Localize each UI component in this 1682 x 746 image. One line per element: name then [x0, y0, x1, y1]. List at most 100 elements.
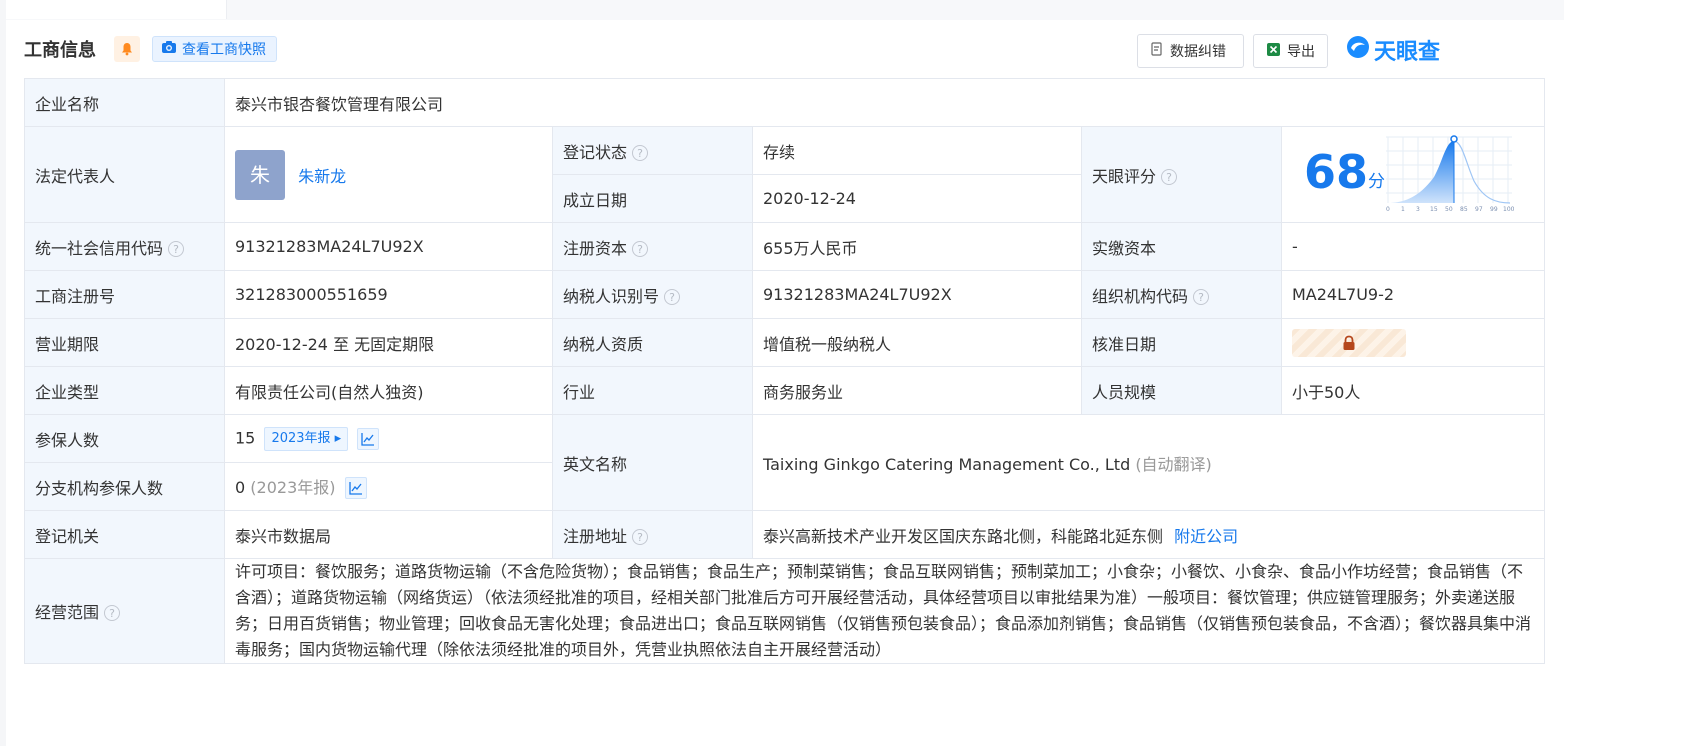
- value-approve-date: [1280, 318, 1546, 367]
- caret-right-icon: ▸: [330, 430, 342, 446]
- label-type: 企业类型: [24, 366, 225, 415]
- label-approve-date: 核准日期: [1081, 318, 1282, 367]
- avatar[interactable]: 朱: [235, 149, 285, 200]
- help-icon[interactable]: ?: [664, 288, 681, 305]
- label-authority: 登记机关: [24, 510, 225, 559]
- value-reg-status: 存续: [752, 126, 1082, 175]
- help-icon[interactable]: ?: [632, 144, 649, 161]
- table-row: 经营范围? 许可项目：餐饮服务；道路货物运输（不含危险货物）；食品销售；食品生产…: [24, 558, 1546, 664]
- label-biz-reg-no: 工商注册号: [24, 270, 225, 319]
- table-row: 法定代表人 朱 朱新龙 登记状态? 存续 天眼评分? 68 分 0 1 3 15…: [24, 126, 1546, 223]
- insured-count: 15: [235, 428, 256, 447]
- table-row: 统一社会信用代码? 91321283MA24L7U92X 注册资本? 655万人…: [24, 222, 1546, 271]
- score-number: 68: [1304, 145, 1369, 199]
- value-insured: 15 2023年报 ▸: [224, 414, 553, 463]
- lock-icon: [1343, 335, 1355, 350]
- trend-chart-icon[interactable]: [357, 427, 380, 450]
- score-tick-100: 100: [1503, 206, 1514, 213]
- label-scope: 经营范围?: [24, 558, 225, 664]
- value-address: 泰兴高新技术产业开发区国庆东路北侧，科能路北延东侧 附近公司: [751, 510, 1546, 559]
- value-scope: 许可项目：餐饮服务；道路货物运输（不含危险货物）；食品销售；食品生产；预制菜销售…: [223, 558, 1546, 664]
- help-icon[interactable]: ?: [1193, 288, 1210, 305]
- label-industry: 行业: [552, 366, 753, 415]
- label-reg-capital: 注册资本?: [552, 222, 753, 271]
- tianyancha-logo-icon: [1346, 35, 1370, 65]
- label-insured: 参保人数: [24, 414, 225, 463]
- score-tick-3: 3: [1416, 206, 1420, 213]
- label-reg-status: 登记状态?: [552, 126, 753, 175]
- data-error-label: 数据纠错: [1170, 44, 1226, 60]
- table-row: 营业期限 2020-12-24 至 无固定期限 纳税人资质 增值税一般纳税人 核…: [24, 318, 1546, 367]
- value-branch-insured: 0 (2023年报): [224, 462, 553, 511]
- score-axis-ticks: 0 1 3 15 50 85 97 99 100: [1386, 206, 1514, 213]
- camera-icon: [161, 40, 177, 58]
- annual-report-label: 2023年报: [271, 430, 331, 446]
- page: 工商信息 查看工商快照 数据纠错 导出 天眼查 企业名称 泰兴市银杏餐饮管理有限…: [0, 0, 1682, 746]
- label-credit-code: 统一社会信用代码?: [24, 222, 225, 271]
- help-icon[interactable]: ?: [104, 605, 121, 621]
- table-row: 工商注册号 321283000551659 纳税人识别号? 91321283MA…: [24, 270, 1546, 319]
- help-icon[interactable]: ?: [168, 240, 185, 257]
- value-term: 2020-12-24 至 无固定期限: [224, 318, 553, 367]
- label-address: 注册地址?: [552, 510, 753, 559]
- score-tick-50: 50: [1445, 206, 1453, 213]
- label-taxpayer-qual: 纳税人资质: [552, 318, 753, 367]
- label-legal-rep: 法定代表人: [24, 126, 225, 223]
- value-found-date: 2020-12-24: [752, 174, 1082, 223]
- label-term: 营业期限: [24, 318, 225, 367]
- export-label: 导出: [1287, 44, 1315, 60]
- value-tianyan-score[interactable]: 68 分 0 1 3 15 50 85 97 99 100: [1280, 126, 1546, 223]
- label-english-name: 英文名称: [552, 414, 753, 511]
- value-legal-rep: 朱 朱新龙: [224, 126, 553, 223]
- value-org-code: MA24L7U9-2: [1280, 270, 1546, 319]
- locked-value[interactable]: [1292, 328, 1406, 357]
- table-row: 企业名称 泰兴市银杏餐饮管理有限公司: [24, 78, 1546, 127]
- english-name-text: Taixing Ginkgo Catering Management Co., …: [763, 454, 1131, 474]
- score-tick-1: 1: [1401, 206, 1405, 213]
- excel-icon: [1266, 42, 1281, 61]
- label-address-text: 注册地址: [563, 526, 628, 546]
- help-icon[interactable]: ?: [632, 528, 649, 545]
- value-taxpayer-qual: 增值税一般纳税人: [752, 318, 1082, 367]
- snapshot-button[interactable]: 查看工商快照: [152, 36, 277, 62]
- score-unit: 分: [1368, 172, 1385, 192]
- label-scope-text: 经营范围: [35, 603, 100, 622]
- address-text: 泰兴高新技术产业开发区国庆东路北侧，科能路北延东侧: [763, 526, 1164, 546]
- value-paid-capital: -: [1280, 222, 1546, 271]
- branch-insured-year: (2023年报): [250, 477, 336, 497]
- score-tick-0: 0: [1386, 206, 1390, 213]
- value-taxpayer-id: 91321283MA24L7U92X: [752, 270, 1082, 319]
- section-title: 工商信息: [24, 40, 96, 61]
- data-error-button[interactable]: 数据纠错: [1137, 34, 1244, 68]
- label-credit-code-text: 统一社会信用代码: [35, 238, 164, 258]
- nearby-companies-link[interactable]: 附近公司: [1174, 527, 1238, 546]
- export-button[interactable]: 导出: [1253, 34, 1328, 68]
- trend-chart-icon[interactable]: [344, 477, 367, 500]
- value-authority: 泰兴市数据局: [224, 510, 553, 559]
- snapshot-label: 查看工商快照: [182, 42, 266, 58]
- legal-rep-link[interactable]: 朱新龙: [298, 167, 346, 186]
- table-row: 参保人数 15 2023年报 ▸ 英文名称 Taixing Ginkgo Cat…: [24, 414, 1546, 511]
- label-tianyan-score: 天眼评分?: [1081, 126, 1282, 223]
- value-industry: 商务服务业: [752, 366, 1082, 415]
- label-company-name: 企业名称: [24, 78, 225, 127]
- label-staff-size: 人员规模: [1081, 366, 1282, 415]
- top-tab[interactable]: [6, 0, 227, 19]
- value-reg-capital: 655万人民币: [752, 222, 1082, 271]
- score-distribution-chart: 0 1 3 15 50 85 97 99 100: [1386, 135, 1514, 213]
- label-taxpayer-id: 纳税人识别号?: [552, 270, 753, 319]
- value-staff-size: 小于50人: [1280, 366, 1546, 415]
- label-taxpayer-id-text: 纳税人识别号: [563, 286, 660, 306]
- label-branch-insured: 分支机构参保人数: [24, 462, 225, 511]
- bell-icon[interactable]: [114, 36, 140, 62]
- table-row: 登记机关 泰兴市数据局 注册地址? 泰兴高新技术产业开发区国庆东路北侧，科能路北…: [24, 510, 1546, 559]
- score-tick-85: 85: [1460, 206, 1468, 213]
- auto-translate-note: (自动翻译): [1135, 454, 1212, 474]
- help-icon[interactable]: ?: [1161, 168, 1178, 185]
- value-credit-code: 91321283MA24L7U92X: [224, 222, 553, 271]
- help-icon[interactable]: ?: [632, 240, 649, 257]
- annual-report-button[interactable]: 2023年报 ▸: [264, 426, 349, 451]
- label-tianyan-score-text: 天眼评分: [1092, 166, 1157, 186]
- value-english-name: Taixing Ginkgo Catering Management Co., …: [751, 414, 1546, 511]
- value-type: 有限责任公司(自然人独资): [224, 366, 553, 415]
